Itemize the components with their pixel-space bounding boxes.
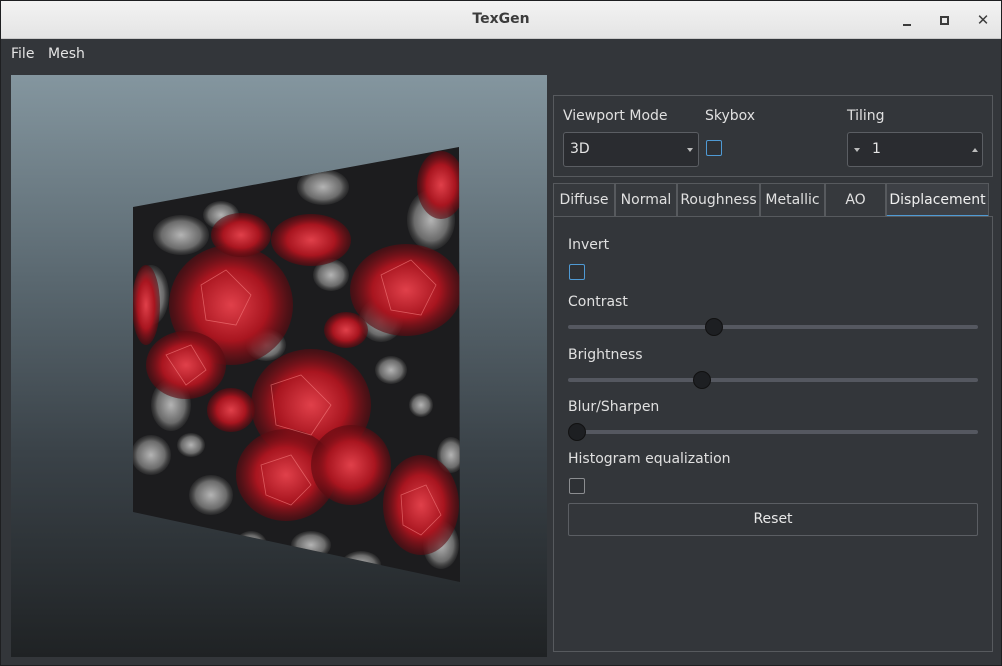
tab-displacement[interactable]: Displacement: [886, 183, 989, 217]
contrast-slider[interactable]: [568, 317, 978, 337]
title-bar[interactable]: TexGen ✕: [1, 1, 1001, 39]
menu-mesh[interactable]: Mesh: [48, 46, 85, 62]
viewport-mode-select[interactable]: 3D: [563, 132, 699, 167]
increment-arrow-icon[interactable]: [972, 148, 978, 152]
skybox-label: Skybox: [705, 108, 756, 124]
brightness-slider[interactable]: [568, 370, 978, 390]
slider-handle[interactable]: [693, 371, 712, 389]
tiling-label: Tiling: [847, 108, 885, 124]
texture-tabs: Diffuse Normal Roughness Metallic AO Dis…: [553, 183, 993, 217]
tab-roughness[interactable]: Roughness: [677, 183, 760, 217]
tab-ao[interactable]: AO: [825, 183, 886, 217]
skybox-checkbox[interactable]: [706, 140, 722, 156]
histogram-equalization-label: Histogram equalization: [568, 451, 731, 467]
displacement-tab-pane: Invert Contrast Brightness Blur/Sharpen …: [553, 216, 993, 652]
viewport-settings-panel: Viewport Mode 3D Skybox Tiling 1: [553, 95, 993, 177]
tab-diffuse[interactable]: Diffuse: [553, 183, 615, 217]
decrement-arrow-icon[interactable]: [854, 148, 860, 152]
3d-viewport[interactable]: [11, 75, 547, 657]
viewport-mode-label: Viewport Mode: [563, 108, 668, 124]
slider-track: [568, 430, 978, 434]
chevron-down-icon: [687, 148, 693, 152]
minimize-button[interactable]: [896, 9, 918, 31]
invert-checkbox[interactable]: [569, 264, 585, 280]
maximize-button[interactable]: [933, 9, 955, 31]
slider-handle[interactable]: [705, 318, 724, 336]
tab-metallic[interactable]: Metallic: [760, 183, 825, 217]
invert-label: Invert: [568, 237, 610, 253]
close-button[interactable]: ✕: [972, 9, 994, 31]
tiling-value: 1: [872, 141, 881, 157]
menu-file[interactable]: File: [11, 46, 34, 62]
textured-plane-render: [133, 147, 460, 582]
reset-button[interactable]: Reset: [568, 503, 978, 536]
slider-track: [568, 378, 978, 382]
viewport-mode-value: 3D: [570, 141, 590, 157]
contrast-label: Contrast: [568, 294, 628, 310]
histogram-equalization-checkbox[interactable]: [569, 478, 585, 494]
window-title: TexGen: [472, 11, 530, 27]
blur-sharpen-label: Blur/Sharpen: [568, 399, 660, 415]
app-window: TexGen ✕ File Mesh Viewport Mode 3D Skyb…: [0, 0, 1002, 666]
slider-handle[interactable]: [568, 423, 586, 441]
menu-bar: File Mesh: [1, 40, 1001, 68]
tab-normal[interactable]: Normal: [615, 183, 677, 217]
blur-sharpen-slider[interactable]: [568, 422, 978, 442]
tiling-spinbox[interactable]: 1: [847, 132, 983, 167]
slider-track: [568, 325, 978, 329]
brightness-label: Brightness: [568, 347, 643, 363]
